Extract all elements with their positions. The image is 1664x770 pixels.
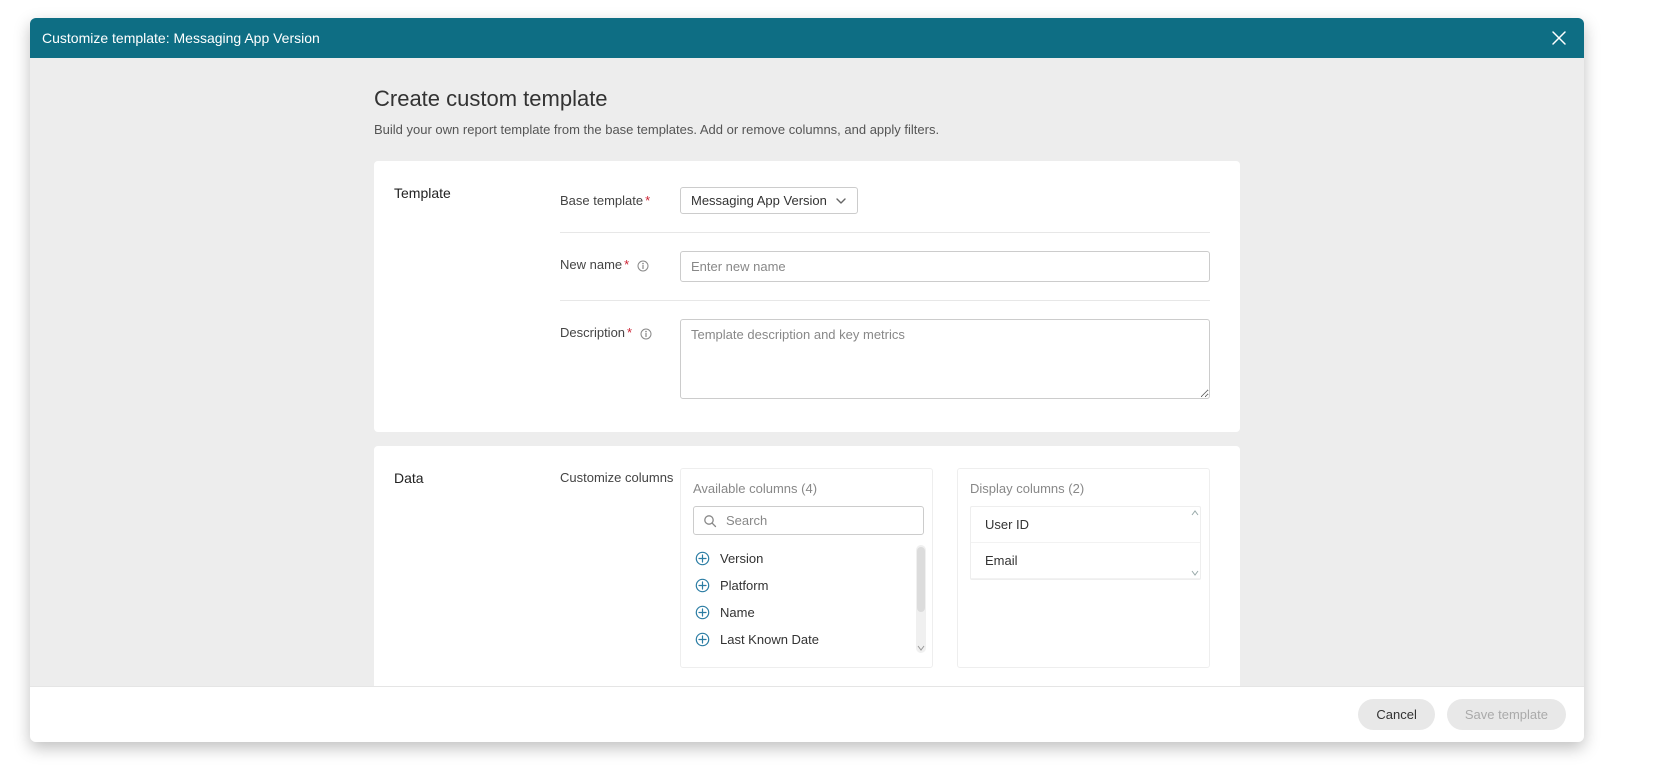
available-column-item: Last Known Date	[693, 626, 908, 653]
field-description: Description*	[560, 315, 1210, 404]
scroll-down-icon	[916, 643, 926, 653]
plus-circle-icon	[695, 632, 710, 647]
label-base-template-text: Base template	[560, 193, 643, 208]
page-title: Create custom template	[374, 86, 1240, 112]
description-textarea[interactable]	[680, 319, 1210, 399]
plus-circle-icon	[695, 578, 710, 593]
plus-circle-icon	[695, 551, 710, 566]
display-column-label: User ID	[985, 517, 1029, 532]
available-column-label: Name	[720, 605, 755, 620]
dialog: Customize template: Messaging App Versio…	[30, 18, 1584, 742]
info-icon[interactable]	[640, 328, 652, 340]
template-card: Template Base template* Messaging App Ve…	[374, 161, 1240, 432]
available-search-input[interactable]	[693, 506, 924, 535]
display-columns-title: Display columns (2)	[970, 481, 1201, 496]
available-columns-title: Available columns (4)	[693, 481, 924, 496]
scroll-up-icon	[1190, 507, 1200, 519]
available-column-label: Version	[720, 551, 763, 566]
scrollbar-thumb[interactable]	[917, 547, 925, 612]
section-label-data: Data	[394, 468, 560, 668]
label-new-name-text: New name	[560, 257, 622, 272]
data-card: Data Customize columns Available columns…	[374, 446, 1240, 686]
available-column-item: Name	[693, 599, 908, 626]
available-scrollbar[interactable]	[916, 545, 926, 653]
base-template-select[interactable]: Messaging App Version	[680, 187, 858, 214]
dialog-title: Customize template: Messaging App Versio…	[42, 30, 1546, 46]
add-column-button[interactable]	[695, 578, 710, 593]
plus-circle-icon	[695, 605, 710, 620]
field-base-template: Base template* Messaging App Version	[560, 183, 1210, 233]
dialog-body: Create custom template Build your own re…	[30, 58, 1584, 686]
required-marker: *	[624, 257, 629, 272]
save-template-button[interactable]: Save template	[1447, 699, 1566, 730]
new-name-input[interactable]	[680, 251, 1210, 282]
required-marker: *	[627, 325, 632, 340]
available-column-label: Platform	[720, 578, 768, 593]
field-new-name: New name*	[560, 247, 1210, 301]
available-columns-panel: Available columns (4)	[680, 468, 933, 668]
display-column-label: Email	[985, 553, 1018, 568]
close-button[interactable]	[1546, 25, 1572, 51]
add-column-button[interactable]	[695, 551, 710, 566]
base-template-value: Messaging App Version	[691, 193, 827, 208]
section-label-template: Template	[394, 183, 560, 404]
cancel-button[interactable]: Cancel	[1358, 699, 1434, 730]
available-search-wrap	[693, 506, 924, 535]
display-column-item[interactable]: Email	[971, 543, 1200, 579]
label-customize-columns: Customize columns	[560, 468, 680, 485]
label-new-name: New name*	[560, 251, 680, 272]
dialog-footer: Cancel Save template	[30, 686, 1584, 742]
display-columns-list: User ID Email	[970, 506, 1201, 580]
required-marker: *	[645, 193, 650, 208]
label-description-text: Description	[560, 325, 625, 340]
available-column-item: Version	[693, 545, 908, 572]
display-columns-panel: Display columns (2) User ID Email	[957, 468, 1210, 668]
dialog-header: Customize template: Messaging App Versio…	[30, 18, 1584, 58]
available-column-item: Platform	[693, 572, 908, 599]
close-icon	[1550, 29, 1568, 47]
page-subtitle: Build your own report template from the …	[374, 122, 1240, 137]
scroll-down-icon	[1190, 567, 1200, 579]
available-columns-list: Version Platform	[693, 545, 924, 653]
label-description: Description*	[560, 319, 680, 340]
search-icon	[703, 514, 717, 528]
add-column-button[interactable]	[695, 605, 710, 620]
add-column-button[interactable]	[695, 632, 710, 647]
display-column-item[interactable]: User ID	[971, 507, 1200, 543]
info-icon[interactable]	[637, 260, 649, 272]
available-column-label: Last Known Date	[720, 632, 819, 647]
chevron-down-icon	[835, 195, 847, 207]
display-scrollbar[interactable]	[1190, 507, 1200, 579]
label-base-template: Base template*	[560, 187, 680, 208]
